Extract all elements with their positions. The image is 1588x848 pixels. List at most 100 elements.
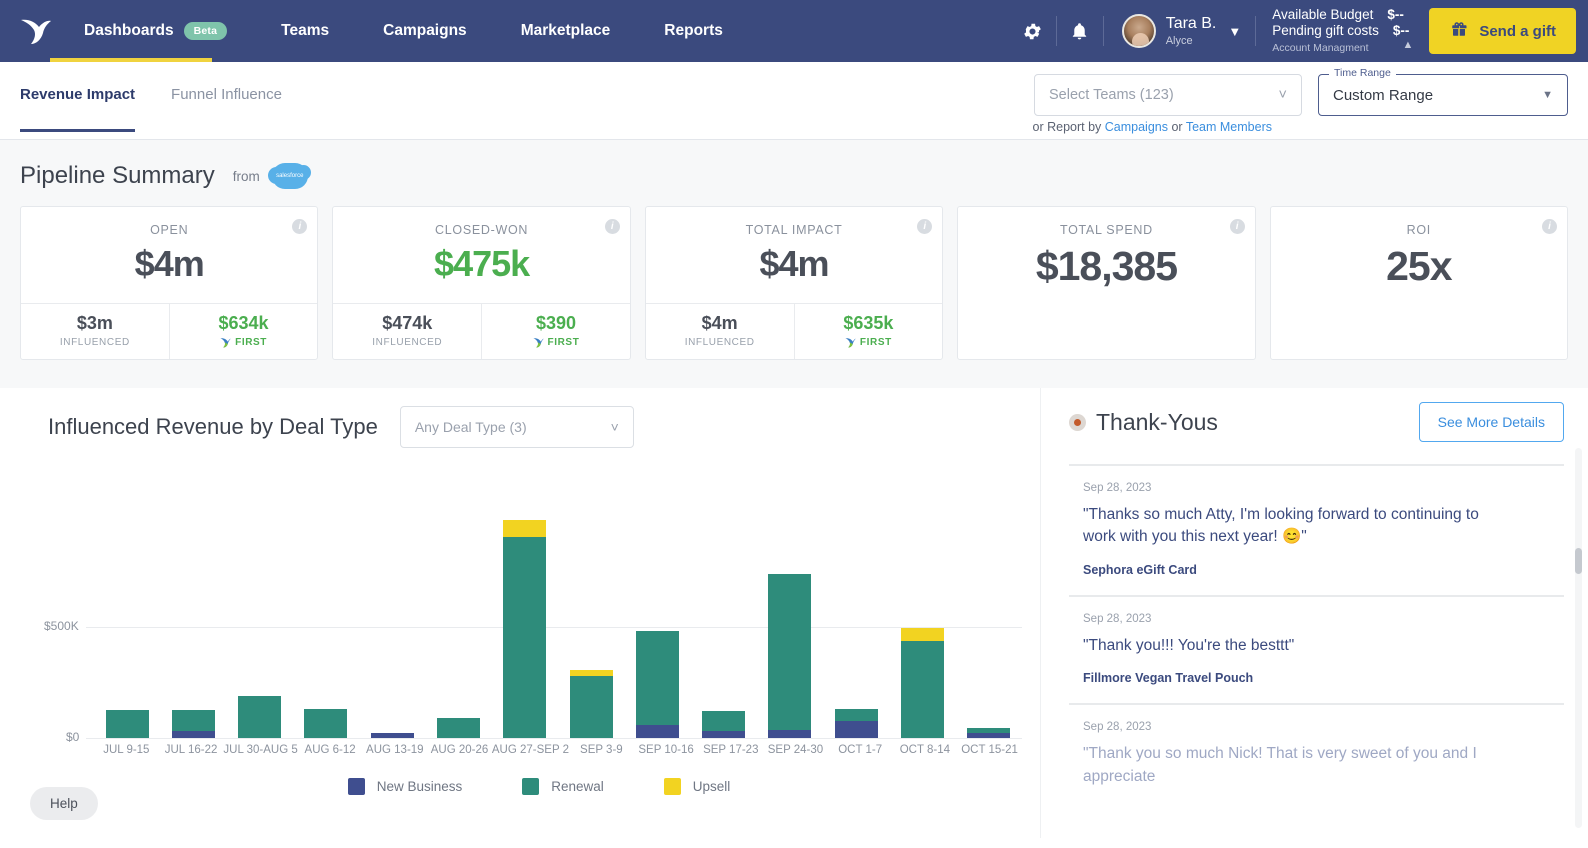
x-axis-tick-label: SEP 3-9 <box>580 744 623 756</box>
x-axis-tick-label: AUG 6-12 <box>304 744 356 756</box>
alyce-bird-logo-icon[interactable] <box>18 13 54 49</box>
time-range-dropdown[interactable]: Time Range Custom Range ▼ <box>1318 67 1568 116</box>
kpi-card-closed-won-top: CLOSED-WON $475k <box>333 207 629 303</box>
thank-you-date: Sep 28, 2023 <box>1083 482 1152 494</box>
bar-segment-renewal <box>635 631 679 725</box>
stacked-bar[interactable] <box>238 695 282 738</box>
bar-column[interactable] <box>293 516 359 738</box>
kpi-foot-first-value: $635k <box>843 313 894 333</box>
bar-column[interactable] <box>160 516 226 738</box>
bar-column[interactable] <box>94 516 160 738</box>
stacked-bar[interactable] <box>901 628 945 738</box>
gear-icon[interactable] <box>1010 0 1056 62</box>
kpi-foot-influenced-label: INFLUENCED <box>59 337 130 348</box>
kpi-card-roi-top: ROI 25x <box>1271 207 1567 359</box>
x-axis-tick-label: JUL 16-22 <box>164 744 218 756</box>
bar-column[interactable] <box>956 516 1022 738</box>
nav-item-campaigns[interactable]: Campaigns <box>383 0 467 62</box>
stacked-bar[interactable] <box>768 574 812 738</box>
nav-item-dashboards[interactable]: Dashboards Beta <box>84 0 228 62</box>
filter-controls: Select Teams (123) ˅ Time Range Custom R… <box>1034 67 1568 116</box>
bar-segment-new-business <box>171 731 215 738</box>
nav-item-reports[interactable]: Reports <box>664 0 723 62</box>
bar-column[interactable] <box>691 516 757 738</box>
pipeline-summary-section: Pipeline Summary from salesforce i OPEN … <box>0 140 1588 388</box>
legend-item[interactable]: Renewal <box>522 778 604 795</box>
kpi-card-roi-value: 25x <box>1386 243 1452 289</box>
thank-yous-list: Sep 28, 2023 "Thanks so much Atty, I'm l… <box>1069 464 1564 806</box>
chevron-down-icon: ˅ <box>1278 87 1287 103</box>
select-teams-dropdown[interactable]: Select Teams (123) ˅ <box>1034 74 1302 116</box>
bar-segment-renewal <box>304 709 348 738</box>
stacked-bar[interactable] <box>304 709 348 738</box>
deal-type-dropdown[interactable]: Any Deal Type (3) ˅ <box>399 406 634 448</box>
thank-yous-title: Thank-Yous <box>1096 408 1218 435</box>
kpi-foot-influenced: $4m INFLUENCED <box>646 304 794 359</box>
bar-column[interactable] <box>624 516 690 738</box>
scrollbar-thumb[interactable] <box>1575 548 1582 574</box>
nav-item-teams[interactable]: Teams <box>281 0 329 62</box>
kpi-foot-influenced: $474k INFLUENCED <box>333 304 481 359</box>
see-more-details-button[interactable]: See More Details <box>1418 402 1564 442</box>
info-icon[interactable]: i <box>1229 219 1245 234</box>
report-by-mid: or <box>1171 120 1183 134</box>
kpi-card-total-impact: i TOTAL IMPACT $4m $4m INFLUENCED $635k … <box>644 206 944 360</box>
stacked-bar[interactable] <box>503 519 547 738</box>
stacked-bar[interactable] <box>437 718 481 738</box>
stacked-bar[interactable] <box>635 631 679 738</box>
nav-item-marketplace[interactable]: Marketplace <box>521 0 611 62</box>
beta-badge: Beta <box>183 22 228 40</box>
bell-icon[interactable] <box>1057 0 1103 62</box>
info-icon[interactable]: i <box>604 219 620 234</box>
bar-segment-new-business <box>768 729 812 738</box>
available-budget-row: Available Budget $-- <box>1272 7 1409 24</box>
kpi-foot-first-text: FIRST <box>235 337 267 348</box>
bar-column[interactable] <box>359 516 425 738</box>
nav-label-marketplace: Marketplace <box>520 22 611 39</box>
pending-gift-costs-label: Pending gift costs <box>1272 23 1379 39</box>
help-button[interactable]: Help <box>30 787 98 820</box>
info-icon[interactable]: i <box>1542 219 1558 234</box>
budget-summary[interactable]: Available Budget $-- Pending gift costs … <box>1256 0 1423 62</box>
stacked-bar[interactable] <box>967 728 1011 738</box>
tab-revenue-impact[interactable]: Revenue Impact <box>20 86 136 132</box>
list-item[interactable]: Sep 28, 2023 "Thank you!!! You're the be… <box>1069 594 1564 703</box>
kpi-card-closed-won-label: CLOSED-WON <box>435 223 529 237</box>
stacked-bar[interactable] <box>569 670 613 738</box>
report-by-team-members-link[interactable]: Team Members <box>1186 120 1272 134</box>
tab-funnel-influence[interactable]: Funnel Influence <box>171 86 282 132</box>
bar-segment-renewal <box>238 695 282 738</box>
x-axis-tick-label: AUG 13-19 <box>366 744 424 756</box>
stacked-bar[interactable] <box>171 710 215 738</box>
bar-segment-new-business <box>370 733 414 738</box>
bar-column[interactable] <box>558 516 624 738</box>
bar-column[interactable] <box>227 516 293 738</box>
bar-column[interactable] <box>889 516 955 738</box>
kpi-card-total-impact-value: $4m <box>759 243 829 284</box>
legend-swatch <box>347 778 365 795</box>
stacked-bar[interactable] <box>702 711 746 738</box>
kpi-card-total-spend-label: TOTAL SPEND <box>1059 223 1153 237</box>
stacked-bar[interactable] <box>834 709 878 738</box>
account-management-label: Account Managment <box>1272 42 1369 55</box>
kpi-card-open-label: OPEN <box>150 223 189 237</box>
bar-column[interactable] <box>425 516 491 738</box>
list-item[interactable]: Sep 28, 2023 "Thank you so much Nick! Th… <box>1069 703 1564 806</box>
chevron-down-icon[interactable]: ▼ <box>1228 24 1241 39</box>
bar-column[interactable] <box>823 516 889 738</box>
bar-column[interactable] <box>757 516 823 738</box>
chevron-up-icon[interactable]: ▲ <box>1402 39 1413 53</box>
list-item[interactable]: Sep 28, 2023 "Thanks so much Atty, I'm l… <box>1069 464 1564 595</box>
bar-segment-renewal <box>503 537 547 738</box>
stacked-bar[interactable] <box>370 733 414 738</box>
bar-column[interactable] <box>492 516 558 738</box>
thank-yous-scrollbar[interactable] <box>1575 448 1582 828</box>
legend-item[interactable]: New Business <box>347 778 462 795</box>
legend-item[interactable]: Upsell <box>663 778 730 795</box>
thank-you-date: Sep 28, 2023 <box>1083 612 1152 625</box>
stacked-bar[interactable] <box>105 710 149 738</box>
kpi-foot-first-label: FIRST <box>170 337 318 348</box>
user-menu[interactable]: Tara B. Alyce ▼ <box>1104 14 1256 48</box>
send-a-gift-button[interactable]: Send a gift <box>1429 8 1576 54</box>
report-by-campaigns-link[interactable]: Campaigns <box>1105 120 1168 134</box>
